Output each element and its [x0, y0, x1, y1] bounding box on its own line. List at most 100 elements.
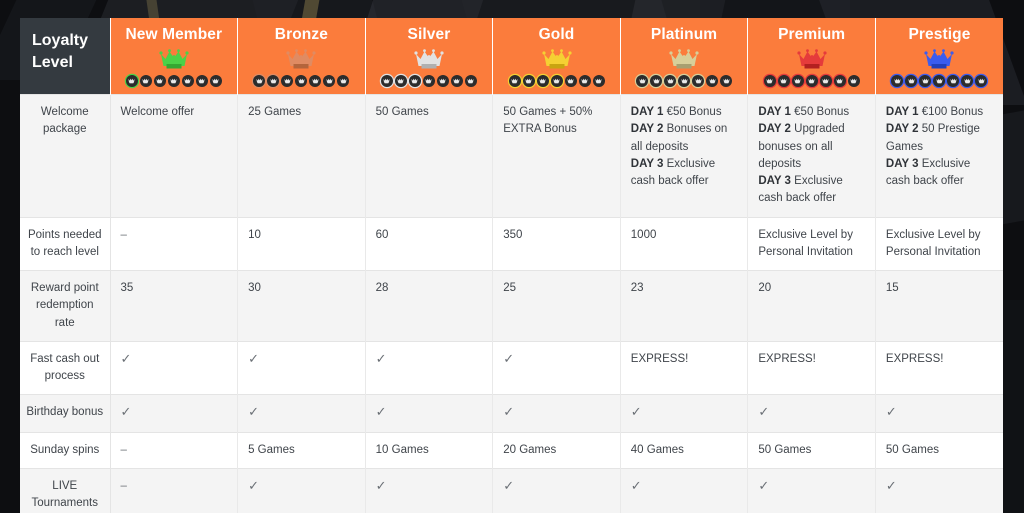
crown-icon	[880, 47, 999, 73]
table-cell: ✓	[492, 340, 621, 395]
check-icon: ✓	[758, 477, 770, 493]
day-label: DAY 2	[630, 123, 664, 136]
cell-value: 50 Games	[758, 443, 812, 456]
check-icon: ✓	[758, 404, 770, 420]
loyalty-level-comparison-table: Loyalty Level New Member Bronze Silver Gold…	[20, 18, 1003, 513]
tier-progress-dots	[752, 74, 871, 88]
cell-value: 50 Games	[885, 443, 939, 456]
progress-dot-empty	[139, 75, 152, 88]
table-body: Welcome package Welcome offer 25 Games 50 G…	[20, 94, 1003, 513]
cell-value: 25 Games	[248, 106, 302, 119]
table-cell: –	[109, 467, 238, 513]
progress-dot-empty	[592, 75, 605, 88]
tier-header-prestige[interactable]: Prestige	[874, 18, 1003, 95]
tier-header-bronze[interactable]: Bronze	[237, 18, 366, 95]
tier-progress-dots	[242, 74, 361, 88]
progress-dot-empty	[847, 75, 860, 88]
progress-dot-filled	[947, 75, 960, 88]
table-cell: 50 Games	[747, 431, 876, 469]
day-line: DAY 2 50 Prestige Games	[886, 121, 993, 156]
progress-dot-filled	[933, 75, 946, 88]
cell-value: 1000	[630, 228, 657, 241]
tier-name-label: New Member	[125, 26, 223, 43]
progress-dot-filled	[905, 75, 918, 88]
day-text: €50 Bonus	[663, 106, 722, 119]
day-line: DAY 1 €100 Bonus	[886, 104, 993, 121]
table-row: Reward point redemption rate 35 30 28 25 23 20…	[20, 270, 1003, 342]
table-row: Points needed to reach level – 10 60 350 1000…	[20, 216, 1003, 271]
row-label: Welcome package	[20, 94, 111, 218]
tier-progress-dots	[880, 74, 999, 88]
table-cell: 1000	[619, 216, 748, 271]
tier-progress-dots	[370, 74, 489, 88]
table-cell: 30	[237, 270, 366, 342]
table-cell: 50 Games	[874, 431, 1003, 469]
table-cell: 25 Games	[237, 94, 366, 218]
day-label: DAY 1	[758, 106, 791, 119]
table-cell: DAY 1 €50 Bonus DAY 2 Bonuses on all depo…	[619, 94, 748, 218]
table-cell: 20 Games	[492, 431, 621, 469]
cell-value: 25	[503, 282, 517, 295]
table-cell: 25	[492, 270, 621, 342]
row-label: Reward point redemption rate	[20, 270, 111, 342]
check-icon: ✓	[503, 350, 515, 366]
loyalty-level-header: Loyalty Level	[20, 18, 111, 95]
cell-value: EXPRESS!	[758, 352, 816, 365]
dash-placeholder: –	[120, 228, 127, 241]
table-cell: ✓	[364, 394, 493, 433]
cell-value: 10 Games	[375, 443, 429, 456]
progress-dot-empty	[323, 75, 336, 88]
table-cell: DAY 1 €50 Bonus DAY 2 Upgraded bonuses on…	[747, 94, 876, 218]
day-label: DAY 1	[630, 106, 664, 119]
table-cell: 10	[237, 216, 366, 271]
progress-dot-filled	[636, 75, 649, 88]
row-label: Fast cash out process	[20, 340, 111, 395]
day-line: DAY 3 Exclusive cash back offer	[886, 156, 993, 191]
table-cell: ✓	[619, 467, 748, 513]
tier-progress-dots	[115, 74, 234, 88]
table-cell: EXPRESS!	[874, 340, 1003, 395]
day-label: DAY 2	[758, 123, 791, 136]
day-label: DAY 3	[885, 157, 919, 170]
table-row: Welcome package Welcome offer 25 Games 50 G…	[20, 94, 1003, 218]
table-row: Birthday bonus ✓ ✓ ✓ ✓ ✓ ✓ ✓	[20, 394, 1003, 433]
tier-header-premium[interactable]: Premium	[747, 18, 876, 95]
day-line: DAY 3 Exclusive cash back offer	[631, 156, 738, 191]
table-cell: 15	[874, 270, 1003, 342]
table-cell: 5 Games	[237, 431, 366, 469]
progress-dot-empty	[450, 75, 463, 88]
tier-name-label: Platinum	[650, 26, 718, 43]
progress-dot-filled	[919, 75, 932, 88]
day-line: DAY 1 €50 Bonus	[758, 104, 865, 121]
check-icon: ✓	[248, 404, 259, 420]
table-cell: ✓	[364, 340, 493, 395]
tier-name-label: Premium	[778, 26, 846, 43]
progress-dot-filled	[522, 75, 535, 88]
progress-dot-empty	[181, 75, 194, 88]
cell-value: 30	[248, 282, 261, 295]
progress-dot-empty	[706, 75, 719, 88]
table-cell: –	[109, 216, 238, 271]
table-cell: Exclusive Level by Personal Invitation	[747, 216, 876, 271]
cell-value: 40 Games	[630, 443, 684, 456]
day-line: DAY 1 €50 Bonus	[631, 104, 738, 121]
day-label: DAY 2	[885, 123, 919, 136]
check-icon: ✓	[120, 404, 132, 420]
tier-header-new-member[interactable]: New Member	[109, 18, 238, 95]
day-line: DAY 2 Bonuses on all deposits	[631, 121, 738, 156]
progress-dot-filled	[394, 75, 407, 88]
tier-progress-dots	[497, 74, 616, 88]
tier-header-platinum[interactable]: Platinum	[619, 18, 748, 95]
tier-header-gold[interactable]: Gold	[492, 18, 621, 95]
check-icon: ✓	[248, 350, 259, 366]
crown-icon	[115, 47, 234, 73]
table-cell: ✓	[109, 340, 238, 395]
table-cell: 23	[619, 270, 748, 342]
check-icon: ✓	[248, 477, 259, 493]
progress-dot-filled	[791, 75, 804, 88]
tier-header-silver[interactable]: Silver	[364, 18, 493, 95]
progress-dot-filled	[380, 75, 393, 88]
table-cell: Exclusive Level by Personal Invitation	[874, 216, 1003, 271]
progress-dot-empty	[209, 75, 222, 88]
check-icon: ✓	[503, 477, 515, 493]
